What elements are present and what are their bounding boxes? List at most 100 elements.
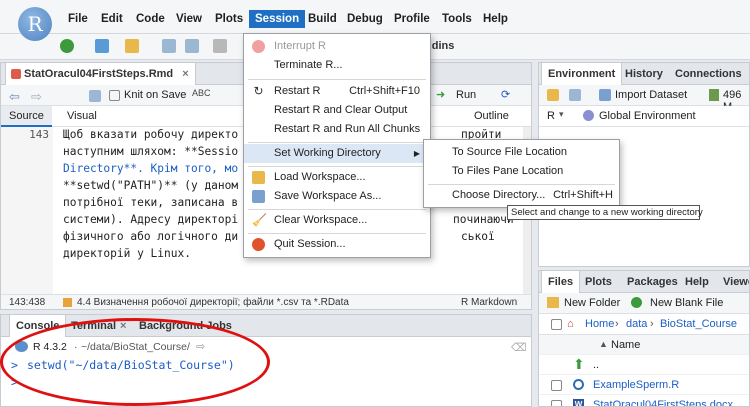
menu-plots[interactable]: Plots — [215, 13, 243, 25]
menu-build[interactable]: Build — [308, 13, 337, 25]
menu-tools[interactable]: Tools — [442, 13, 472, 25]
menu-save-workspace[interactable]: Save Workspace As... — [244, 187, 430, 206]
file-checkbox[interactable] — [551, 400, 562, 406]
breadcrumb-home[interactable]: Home — [585, 318, 614, 330]
new-file-icon[interactable] — [60, 39, 74, 53]
menu-to-files-pane[interactable]: To Files Pane Location — [424, 162, 619, 181]
list-item[interactable]: ⬆ .. — [539, 355, 749, 375]
connections-tab[interactable]: Connections — [669, 63, 748, 85]
import-dataset-button[interactable]: Import Dataset — [615, 89, 687, 101]
menu-restart-r[interactable]: ↻ Restart R Ctrl+Shift+F10 — [244, 82, 430, 101]
packages-tab[interactable]: Packages — [621, 271, 684, 293]
global-environment-select[interactable]: Global Environment — [599, 110, 696, 122]
breadcrumb-data[interactable]: data — [626, 318, 647, 330]
close-terminal-icon[interactable]: × — [120, 320, 126, 332]
separator-dot: · — [74, 341, 78, 353]
line-number: 143 — [29, 128, 49, 141]
import-dataset-icon[interactable] — [599, 89, 611, 101]
list-item[interactable]: ExampleSperm.R — [539, 375, 749, 395]
console-prompt[interactable]: > — [11, 375, 18, 389]
new-project-icon[interactable] — [95, 39, 109, 53]
menu-choose-directory[interactable]: Choose Directory... Ctrl+Shift+H — [424, 186, 619, 205]
save-workspace-icon[interactable] — [569, 89, 581, 101]
sort-asc-icon[interactable]: ▲ — [599, 339, 608, 349]
code-line-fragment: починаючи — [453, 213, 514, 226]
menu-file[interactable]: File — [68, 13, 88, 25]
parent-directory[interactable]: .. — [593, 359, 599, 371]
menu-edit[interactable]: Edit — [101, 13, 123, 25]
files-header: ▲ Name — [539, 335, 749, 355]
visual-mode-tab[interactable]: Visual — [67, 110, 97, 122]
terminal-tab[interactable]: Terminal × — [65, 315, 132, 337]
file-checkbox[interactable] — [551, 380, 562, 391]
home-icon[interactable]: ⌂ — [567, 318, 574, 330]
source-mode-tab[interactable]: Source — [1, 106, 52, 127]
open-file-icon[interactable] — [125, 39, 139, 53]
chevron-down-icon[interactable]: ▾ — [559, 109, 564, 120]
load-workspace-icon[interactable] — [547, 89, 559, 101]
menu-to-source-file[interactable]: To Source File Location — [424, 143, 619, 162]
language-select[interactable]: R — [547, 110, 555, 122]
menu-debug[interactable]: Debug — [347, 13, 383, 25]
new-blank-file-button[interactable]: New Blank File — [650, 297, 723, 309]
menu-help[interactable]: Help — [483, 13, 508, 25]
chunk-menu-icon[interactable]: ⟳ — [501, 88, 510, 101]
menu-separator — [428, 184, 615, 185]
new-folder-button[interactable]: New Folder — [564, 297, 620, 309]
run-button[interactable]: Run — [456, 89, 476, 101]
files-tab[interactable]: Files — [541, 271, 581, 293]
menu-profile[interactable]: Profile — [394, 13, 430, 25]
cursor-position: 143:438 — [9, 297, 46, 308]
menu-session[interactable]: Session — [249, 10, 306, 28]
help-tab[interactable]: Help — [679, 271, 715, 293]
clear-console-icon[interactable]: ⌫ — [511, 341, 527, 354]
menu-interrupt-r[interactable]: Interrupt R — [244, 37, 430, 56]
viewer-tab[interactable]: Viewe — [717, 271, 749, 293]
save-icon[interactable] — [162, 39, 176, 53]
files-pane: Files Plots Packages Help Viewe New Fold… — [538, 270, 750, 407]
save-file-icon[interactable] — [89, 90, 101, 102]
code-line: Щоб вказати робочу директо — [63, 128, 239, 141]
knit-on-save-checkbox[interactable] — [109, 90, 120, 101]
menu-restart-clear-output[interactable]: Restart R and Clear Output — [244, 101, 430, 120]
word-doc-icon: W — [573, 399, 584, 406]
select-all-checkbox[interactable] — [551, 319, 562, 330]
run-arrow-icon[interactable]: ➜ — [436, 88, 445, 101]
console-command: setwd("~/data/BioStat_Course") — [27, 358, 235, 372]
forward-icon[interactable]: ⇨ — [31, 89, 42, 105]
section-name[interactable]: 4.4 Визначення робочої директорії; файли… — [77, 297, 349, 308]
menu-quit-session[interactable]: Quit Session... — [244, 235, 430, 254]
file-name[interactable]: StatOracul04FirstSteps.docx — [593, 399, 733, 406]
print-icon[interactable] — [213, 39, 227, 53]
menu-load-workspace[interactable]: Load Workspace... — [244, 168, 430, 187]
menu-set-working-directory[interactable]: Set Working Directory ▶ — [244, 144, 430, 163]
r-version: R 4.3.2 — [33, 341, 67, 353]
close-tab-icon[interactable]: × — [182, 68, 188, 80]
environment-tab[interactable]: Environment — [541, 63, 623, 85]
history-tab[interactable]: History — [619, 63, 669, 85]
list-item[interactable]: W StatOracul04FirstSteps.docx — [539, 395, 749, 406]
breadcrumb-biostat[interactable]: BioStat_Course — [660, 318, 737, 330]
editor-tab[interactable]: StatOracul04FirstSteps.Rmd × — [5, 63, 196, 85]
menu-restart-run-chunks[interactable]: Restart R and Run All Chunks — [244, 120, 430, 139]
background-jobs-tab[interactable]: Background Jobs — [133, 315, 238, 337]
file-name[interactable]: ExampleSperm.R — [593, 379, 679, 391]
new-folder-icon[interactable] — [547, 297, 559, 308]
new-blank-file-icon[interactable] — [631, 297, 642, 308]
console-tab[interactable]: Console — [9, 315, 67, 337]
back-icon[interactable]: ⇦ — [9, 89, 20, 105]
menu-code[interactable]: Code — [136, 13, 165, 25]
menu-terminate-r[interactable]: Terminate R... — [244, 56, 430, 75]
plots-tab[interactable]: Plots — [579, 271, 618, 293]
menu-view[interactable]: View — [176, 13, 202, 25]
name-column-header[interactable]: Name — [611, 339, 640, 351]
doc-mode[interactable]: R Markdown — [461, 297, 517, 308]
spellcheck-icon[interactable]: ABC — [192, 88, 211, 98]
section-icon — [63, 298, 72, 307]
console-output[interactable]: R 4.3.2 · ~/data/BioStat_Course/ ⇨ > set… — [1, 337, 531, 406]
save-all-icon[interactable] — [185, 39, 199, 53]
go-to-dir-icon[interactable]: ⇨ — [196, 340, 205, 353]
menu-label: Choose Directory... — [452, 189, 546, 201]
menu-clear-workspace[interactable]: 🧹 Clear Workspace... — [244, 211, 430, 230]
outline-button[interactable]: Outline — [474, 110, 509, 122]
